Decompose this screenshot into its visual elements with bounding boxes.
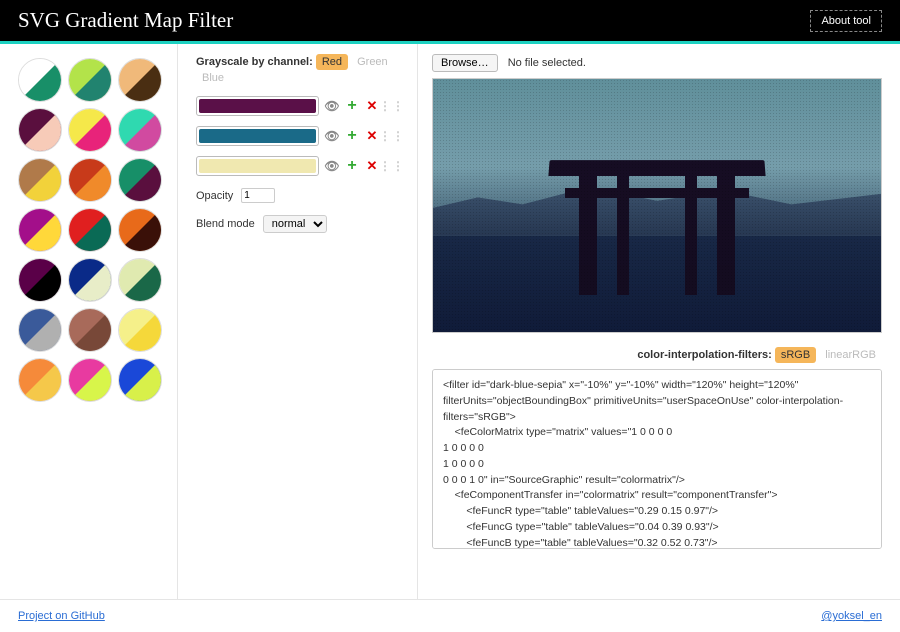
cif-tab-linearrgb[interactable]: linearRGB bbox=[819, 347, 882, 363]
color-bar[interactable] bbox=[196, 156, 319, 176]
palette-swatch[interactable] bbox=[118, 108, 162, 152]
opacity-row: Opacity bbox=[196, 188, 399, 203]
palette-swatch[interactable] bbox=[68, 208, 112, 252]
palette-swatch[interactable] bbox=[68, 158, 112, 202]
opacity-label: Opacity bbox=[196, 190, 233, 202]
code-output[interactable] bbox=[432, 369, 882, 549]
github-link[interactable]: Project on GitHub bbox=[18, 610, 105, 622]
controls-panel: Grayscale by channel: Red Green Blue 👁 + ✕… bbox=[178, 44, 418, 599]
remove-icon[interactable]: ✕ bbox=[365, 99, 379, 113]
about-button[interactable]: About tool bbox=[810, 10, 882, 32]
palette-swatch[interactable] bbox=[18, 308, 62, 352]
visibility-icon[interactable]: 👁 bbox=[325, 129, 339, 143]
palette-swatch[interactable] bbox=[118, 258, 162, 302]
drag-handle-icon[interactable]: ⋮⋮ bbox=[385, 159, 399, 173]
grayscale-label: Grayscale by channel: bbox=[196, 56, 313, 68]
drag-handle-icon[interactable]: ⋮⋮ bbox=[385, 99, 399, 113]
opacity-input[interactable] bbox=[241, 188, 275, 203]
palette-swatch[interactable] bbox=[118, 208, 162, 252]
blend-label: Blend mode bbox=[196, 218, 255, 230]
palette-swatch[interactable] bbox=[18, 158, 62, 202]
palette-swatch[interactable] bbox=[118, 358, 162, 402]
palette-swatch[interactable] bbox=[18, 358, 62, 402]
color-row: 👁 + ✕ ⋮⋮ bbox=[196, 96, 399, 116]
palette-swatch[interactable] bbox=[68, 258, 112, 302]
palette-swatch[interactable] bbox=[118, 158, 162, 202]
palette-swatch[interactable] bbox=[18, 108, 62, 152]
file-status: No file selected. bbox=[508, 57, 586, 69]
palette-swatch[interactable] bbox=[118, 308, 162, 352]
palette-swatch[interactable] bbox=[18, 258, 62, 302]
blend-select[interactable]: normal bbox=[263, 215, 327, 233]
add-icon[interactable]: + bbox=[345, 159, 359, 173]
palette-grid bbox=[18, 58, 167, 402]
drag-handle-icon[interactable]: ⋮⋮ bbox=[385, 129, 399, 143]
visibility-icon[interactable]: 👁 bbox=[325, 159, 339, 173]
file-row: Browse… No file selected. bbox=[432, 54, 882, 72]
palette-swatch[interactable] bbox=[118, 58, 162, 102]
cif-row: color-interpolation-filters: sRGB linear… bbox=[432, 347, 882, 363]
grayscale-tab-blue[interactable]: Blue bbox=[196, 70, 230, 86]
footer: Project on GitHub @yoksel_en bbox=[0, 599, 900, 632]
palette-swatch[interactable] bbox=[68, 108, 112, 152]
preview-panel: Browse… No file selected. color-interpol… bbox=[418, 44, 900, 599]
palette-swatch[interactable] bbox=[68, 358, 112, 402]
main: Grayscale by channel: Red Green Blue 👁 + ✕… bbox=[0, 44, 900, 599]
palette-swatch[interactable] bbox=[18, 208, 62, 252]
header: SVG Gradient Map Filter About tool bbox=[0, 0, 900, 44]
browse-button[interactable]: Browse… bbox=[432, 54, 498, 72]
cif-label: color-interpolation-filters: bbox=[637, 349, 771, 361]
color-bar[interactable] bbox=[196, 126, 319, 146]
remove-icon[interactable]: ✕ bbox=[365, 129, 379, 143]
palette-swatch[interactable] bbox=[18, 58, 62, 102]
add-icon[interactable]: + bbox=[345, 99, 359, 113]
grayscale-tab-green[interactable]: Green bbox=[351, 54, 394, 70]
page-title: SVG Gradient Map Filter bbox=[18, 8, 233, 33]
palette-swatch[interactable] bbox=[68, 308, 112, 352]
blend-row: Blend mode normal bbox=[196, 215, 399, 233]
color-row: 👁 + ✕ ⋮⋮ bbox=[196, 126, 399, 146]
remove-icon[interactable]: ✕ bbox=[365, 159, 379, 173]
author-link[interactable]: @yoksel_en bbox=[821, 610, 882, 622]
grayscale-tab-red[interactable]: Red bbox=[316, 54, 348, 70]
color-bar[interactable] bbox=[196, 96, 319, 116]
add-icon[interactable]: + bbox=[345, 129, 359, 143]
visibility-icon[interactable]: 👁 bbox=[325, 99, 339, 113]
grayscale-row: Grayscale by channel: Red Green Blue bbox=[196, 54, 399, 86]
cif-tab-srgb[interactable]: sRGB bbox=[775, 347, 816, 363]
preview-image bbox=[432, 78, 882, 333]
palette-swatch[interactable] bbox=[68, 58, 112, 102]
palette-panel bbox=[0, 44, 178, 599]
color-row: 👁 + ✕ ⋮⋮ bbox=[196, 156, 399, 176]
